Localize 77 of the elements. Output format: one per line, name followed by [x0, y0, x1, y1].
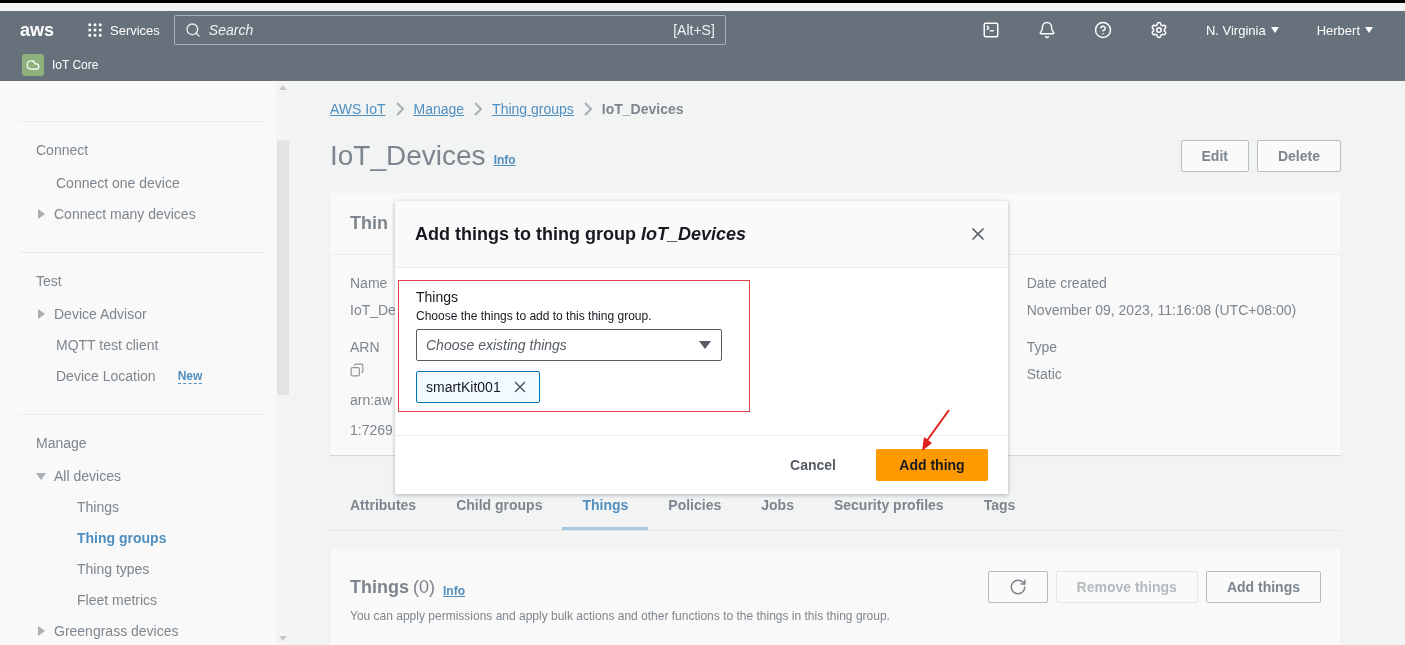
add-thing-button[interactable]: Add thing: [876, 449, 988, 481]
caret-down-icon: [699, 341, 711, 349]
field-label: Type: [1026, 339, 1058, 355]
nav-item[interactable]: Connect one device: [56, 168, 180, 199]
breadcrumb-link[interactable]: Thing groups: [492, 101, 574, 117]
field-label: Name: [350, 275, 388, 291]
settings-button[interactable]: [1149, 21, 1168, 39]
section-title: Manage: [35, 435, 87, 453]
new-badge: New: [177, 368, 203, 384]
services-button[interactable]: Services: [86, 21, 160, 39]
chevron-icon: [583, 102, 592, 116]
field-label: Things: [416, 289, 460, 305]
tab[interactable]: Child groups: [436, 483, 563, 530]
info-link[interactable]: Info: [493, 153, 516, 167]
chevron-icon: [474, 102, 483, 116]
nav-item[interactable]: Device Location New: [56, 361, 203, 392]
field-label: Date created: [1026, 275, 1107, 291]
card-title: Thin: [350, 213, 388, 233]
token-label: smartKit001: [426, 379, 501, 395]
nav-group[interactable]: Greengrass devices: [36, 616, 179, 645]
page-title: IoT_Devices: [330, 140, 486, 172]
dialog-title: Add things to thing group IoT_Devices: [415, 223, 746, 245]
search-placeholder: Search: [208, 22, 254, 38]
nav-item[interactable]: Thing types: [77, 554, 150, 585]
field-value: November 09, 2023, 11:16:08 (UTC+08:00): [1026, 301, 1297, 320]
panel-title: Things: [350, 576, 409, 598]
add-button[interactable]: Add things: [1205, 571, 1321, 603]
item-count: (0): [413, 576, 435, 598]
field-value: arn:aw: [350, 391, 393, 410]
nav-item[interactable]: Fleet metrics: [77, 585, 158, 616]
info-link[interactable]: Info: [443, 584, 465, 598]
refresh-icon: [1008, 578, 1027, 596]
shortcut-hint: [Alt+S]: [673, 22, 715, 38]
aws-logo: aws: [20, 19, 56, 41]
field-value: IoT_De: [350, 301, 396, 320]
nav-item[interactable]: Thing groups: [77, 523, 167, 554]
delete-button[interactable]: Delete: [1256, 140, 1341, 172]
copy-icon[interactable]: [350, 363, 364, 377]
things-select[interactable]: Choose existing things: [416, 329, 722, 361]
chevron-icon: [395, 102, 404, 116]
cancel-button[interactable]: Cancel: [770, 451, 856, 479]
scroll-up-icon: [279, 85, 287, 90]
tab[interactable]: Tags: [963, 483, 1036, 530]
refresh-button[interactable]: [987, 571, 1048, 603]
field-label: ARN: [350, 339, 380, 355]
caret-down-icon: [1270, 27, 1279, 33]
field-value: Static: [1026, 365, 1062, 384]
nav-group[interactable]: Device Advisor: [36, 299, 147, 330]
scroll-down-icon: [279, 636, 287, 641]
field-description: Choose the things to add to this thing group.: [416, 309, 653, 323]
breadcrumb-link[interactable]: AWS IoT: [330, 101, 386, 117]
help-button[interactable]: [1093, 21, 1112, 39]
edit-button[interactable]: Edit: [1180, 140, 1249, 172]
terminal-button[interactable]: [981, 21, 1000, 39]
tab[interactable]: Jobs: [741, 483, 814, 530]
cloud-icon: [22, 54, 44, 76]
section-title: Connect: [35, 142, 89, 160]
notifications-button[interactable]: [1037, 21, 1056, 39]
nav-group[interactable]: Connect many devices: [36, 199, 196, 230]
field-value: 1:7269: [350, 421, 393, 440]
tab[interactable]: Security profiles: [813, 483, 964, 530]
region-menu[interactable]: N. Virginia: [1205, 22, 1279, 38]
search-icon: [184, 22, 201, 38]
current-page: IoT_Devices: [601, 101, 684, 117]
tab[interactable]: Policies: [648, 483, 742, 530]
nav-item[interactable]: Things: [77, 492, 120, 523]
panel-description: You can apply permissions and apply bulk actions and other functions to the things in this thing group.: [350, 609, 890, 623]
section-title: Test: [35, 273, 62, 291]
service-link[interactable]: IoT Core: [22, 54, 99, 76]
search-field[interactable]: Search [Alt+S]: [173, 15, 726, 45]
user-menu[interactable]: Herbert: [1316, 22, 1373, 38]
nav-group[interactable]: All devices: [36, 461, 121, 492]
caret-down-icon: [1365, 27, 1373, 33]
breadcrumb-link[interactable]: Manage: [413, 101, 465, 117]
grid-icon: [86, 21, 104, 39]
tab[interactable]: Attributes: [330, 483, 437, 530]
nav-item[interactable]: MQTT test client: [56, 330, 159, 361]
